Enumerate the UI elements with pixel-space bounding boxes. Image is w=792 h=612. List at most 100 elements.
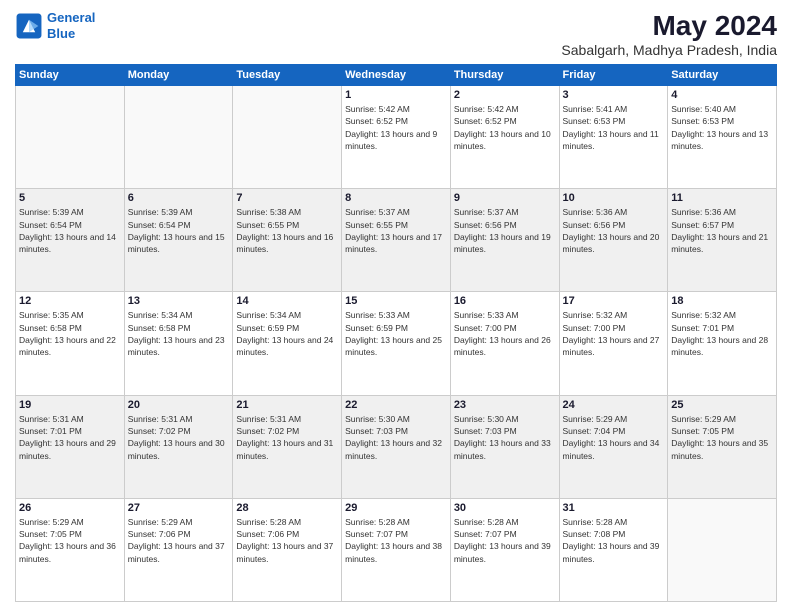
calendar-cell: 10Sunrise: 5:36 AMSunset: 6:56 PMDayligh… — [559, 189, 668, 292]
day-number: 20 — [128, 399, 230, 411]
logo-general: General — [47, 10, 95, 25]
calendar-cell: 13Sunrise: 5:34 AMSunset: 6:58 PMDayligh… — [124, 292, 233, 395]
day-info: Sunrise: 5:36 AMSunset: 6:56 PMDaylight:… — [563, 206, 665, 255]
day-info: Sunrise: 5:41 AMSunset: 6:53 PMDaylight:… — [563, 103, 665, 152]
logo-icon — [15, 12, 43, 40]
calendar-cell: 15Sunrise: 5:33 AMSunset: 6:59 PMDayligh… — [342, 292, 451, 395]
calendar-cell — [16, 86, 125, 189]
subtitle: Sabalgarh, Madhya Pradesh, India — [561, 42, 777, 58]
day-number: 11 — [671, 192, 773, 204]
day-info: Sunrise: 5:29 AMSunset: 7:05 PMDaylight:… — [671, 413, 773, 462]
day-info: Sunrise: 5:31 AMSunset: 7:02 PMDaylight:… — [128, 413, 230, 462]
day-number: 4 — [671, 89, 773, 101]
day-info: Sunrise: 5:39 AMSunset: 6:54 PMDaylight:… — [128, 206, 230, 255]
day-info: Sunrise: 5:31 AMSunset: 7:02 PMDaylight:… — [236, 413, 338, 462]
calendar-cell: 27 Sunrise: 5:29 AMSunset: 7:06 PMDayligh… — [124, 498, 233, 601]
calendar-cell: 28 Sunrise: 5:28 AMSunset: 7:06 PMDayligh… — [233, 498, 342, 601]
day-info: Sunrise: 5:28 AMSunset: 7:06 PMDaylight:… — [236, 516, 338, 565]
calendar-cell — [668, 498, 777, 601]
page: General Blue May 2024 Sabalgarh, Madhya … — [0, 0, 792, 612]
week-row-4: 26 Sunrise: 5:29 AMSunset: 7:05 PMDayligh… — [16, 498, 777, 601]
day-number: 2 — [454, 89, 556, 101]
day-info: Sunrise: 5:32 AMSunset: 7:00 PMDaylight:… — [563, 309, 665, 358]
day-info: Sunrise: 5:33 AMSunset: 7:00 PMDaylight:… — [454, 309, 556, 358]
day-info: Sunrise: 5:35 AMSunset: 6:58 PMDaylight:… — [19, 309, 121, 358]
calendar-cell: 6 Sunrise: 5:39 AMSunset: 6:54 PMDaylight… — [124, 189, 233, 292]
week-row-1: 5Sunrise: 5:39 AMSunset: 6:54 PMDaylight… — [16, 189, 777, 292]
day-info: Sunrise: 5:29 AMSunset: 7:06 PMDaylight:… — [128, 516, 230, 565]
day-number: 9 — [454, 192, 556, 204]
calendar-cell: 21 Sunrise: 5:31 AMSunset: 7:02 PMDayligh… — [233, 395, 342, 498]
calendar-cell: 29Sunrise: 5:28 AMSunset: 7:07 PMDayligh… — [342, 498, 451, 601]
week-row-3: 19 Sunrise: 5:31 AMSunset: 7:01 PMDayligh… — [16, 395, 777, 498]
calendar-cell: 23Sunrise: 5:30 AMSunset: 7:03 PMDayligh… — [450, 395, 559, 498]
calendar-body: 1Sunrise: 5:42 AMSunset: 6:52 PMDaylight… — [16, 86, 777, 602]
day-number: 21 — [236, 399, 338, 411]
day-number: 26 — [19, 502, 121, 514]
calendar-cell: 7 Sunrise: 5:38 AMSunset: 6:55 PMDaylight… — [233, 189, 342, 292]
day-info: Sunrise: 5:34 AMSunset: 6:58 PMDaylight:… — [128, 309, 230, 358]
calendar-cell: 20 Sunrise: 5:31 AMSunset: 7:02 PMDayligh… — [124, 395, 233, 498]
header-day-tuesday: Tuesday — [233, 65, 342, 86]
calendar-cell: 18 Sunrise: 5:32 AMSunset: 7:01 PMDayligh… — [668, 292, 777, 395]
header-day-saturday: Saturday — [668, 65, 777, 86]
day-info: Sunrise: 5:36 AMSunset: 6:57 PMDaylight:… — [671, 206, 773, 255]
day-number: 30 — [454, 502, 556, 514]
calendar-cell: 25 Sunrise: 5:29 AMSunset: 7:05 PMDayligh… — [668, 395, 777, 498]
header-day-thursday: Thursday — [450, 65, 559, 86]
header-day-monday: Monday — [124, 65, 233, 86]
calendar-cell: 8Sunrise: 5:37 AMSunset: 6:55 PMDaylight… — [342, 189, 451, 292]
day-info: Sunrise: 5:34 AMSunset: 6:59 PMDaylight:… — [236, 309, 338, 358]
calendar-cell: 5Sunrise: 5:39 AMSunset: 6:54 PMDaylight… — [16, 189, 125, 292]
day-info: Sunrise: 5:38 AMSunset: 6:55 PMDaylight:… — [236, 206, 338, 255]
day-info: Sunrise: 5:42 AMSunset: 6:52 PMDaylight:… — [345, 103, 447, 152]
day-info: Sunrise: 5:30 AMSunset: 7:03 PMDaylight:… — [345, 413, 447, 462]
day-info: Sunrise: 5:31 AMSunset: 7:01 PMDaylight:… — [19, 413, 121, 462]
calendar-header: SundayMondayTuesdayWednesdayThursdayFrid… — [16, 65, 777, 86]
day-info: Sunrise: 5:29 AMSunset: 7:04 PMDaylight:… — [563, 413, 665, 462]
day-info: Sunrise: 5:37 AMSunset: 6:56 PMDaylight:… — [454, 206, 556, 255]
day-info: Sunrise: 5:40 AMSunset: 6:53 PMDaylight:… — [671, 103, 773, 152]
calendar-cell: 16Sunrise: 5:33 AMSunset: 7:00 PMDayligh… — [450, 292, 559, 395]
day-number: 17 — [563, 295, 665, 307]
day-number: 19 — [19, 399, 121, 411]
day-number: 18 — [671, 295, 773, 307]
day-number: 29 — [345, 502, 447, 514]
calendar-cell: 1Sunrise: 5:42 AMSunset: 6:52 PMDaylight… — [342, 86, 451, 189]
day-info: Sunrise: 5:32 AMSunset: 7:01 PMDaylight:… — [671, 309, 773, 358]
week-row-2: 12Sunrise: 5:35 AMSunset: 6:58 PMDayligh… — [16, 292, 777, 395]
day-number: 14 — [236, 295, 338, 307]
day-number: 6 — [128, 192, 230, 204]
calendar-cell: 19 Sunrise: 5:31 AMSunset: 7:01 PMDayligh… — [16, 395, 125, 498]
calendar-cell: 4 Sunrise: 5:40 AMSunset: 6:53 PMDaylight… — [668, 86, 777, 189]
header-day-sunday: Sunday — [16, 65, 125, 86]
day-info: Sunrise: 5:33 AMSunset: 6:59 PMDaylight:… — [345, 309, 447, 358]
day-number: 8 — [345, 192, 447, 204]
day-info: Sunrise: 5:28 AMSunset: 7:08 PMDaylight:… — [563, 516, 665, 565]
calendar-cell: 17 Sunrise: 5:32 AMSunset: 7:00 PMDayligh… — [559, 292, 668, 395]
calendar-cell: 11 Sunrise: 5:36 AMSunset: 6:57 PMDayligh… — [668, 189, 777, 292]
calendar-cell: 9 Sunrise: 5:37 AMSunset: 6:56 PMDaylight… — [450, 189, 559, 292]
logo-text: General Blue — [47, 10, 95, 41]
calendar-cell: 14 Sunrise: 5:34 AMSunset: 6:59 PMDayligh… — [233, 292, 342, 395]
calendar-cell: 24 Sunrise: 5:29 AMSunset: 7:04 PMDayligh… — [559, 395, 668, 498]
calendar-cell: 3 Sunrise: 5:41 AMSunset: 6:53 PMDaylight… — [559, 86, 668, 189]
day-info: Sunrise: 5:42 AMSunset: 6:52 PMDaylight:… — [454, 103, 556, 152]
day-number: 7 — [236, 192, 338, 204]
day-number: 25 — [671, 399, 773, 411]
day-info: Sunrise: 5:30 AMSunset: 7:03 PMDaylight:… — [454, 413, 556, 462]
calendar-cell: 22Sunrise: 5:30 AMSunset: 7:03 PMDayligh… — [342, 395, 451, 498]
header-row: SundayMondayTuesdayWednesdayThursdayFrid… — [16, 65, 777, 86]
header: General Blue May 2024 Sabalgarh, Madhya … — [15, 10, 777, 58]
day-number: 24 — [563, 399, 665, 411]
day-number: 28 — [236, 502, 338, 514]
day-info: Sunrise: 5:29 AMSunset: 7:05 PMDaylight:… — [19, 516, 121, 565]
header-day-wednesday: Wednesday — [342, 65, 451, 86]
header-day-friday: Friday — [559, 65, 668, 86]
week-row-0: 1Sunrise: 5:42 AMSunset: 6:52 PMDaylight… — [16, 86, 777, 189]
day-number: 3 — [563, 89, 665, 101]
logo-blue: Blue — [47, 26, 75, 41]
day-info: Sunrise: 5:39 AMSunset: 6:54 PMDaylight:… — [19, 206, 121, 255]
day-number: 27 — [128, 502, 230, 514]
calendar-cell: 2 Sunrise: 5:42 AMSunset: 6:52 PMDaylight… — [450, 86, 559, 189]
